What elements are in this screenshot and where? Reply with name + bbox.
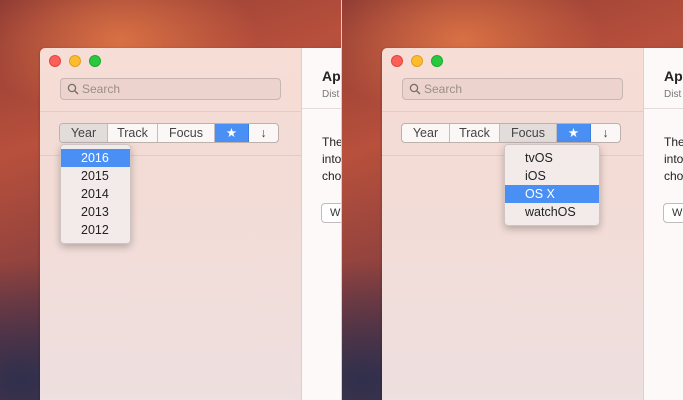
detail-text-line: cho	[322, 169, 341, 183]
search-input[interactable]: Search	[60, 78, 281, 100]
segment-download-arrow-icon[interactable]: ↓	[591, 124, 620, 142]
divider	[644, 108, 683, 109]
search-placeholder: Search	[82, 82, 121, 96]
divider	[302, 108, 341, 109]
app-window: Search Year Track Focus ★ ↓ 2016 2015 20…	[40, 48, 341, 400]
app-window: Search Year Track Focus ★ ↓ tvOS iOS OS …	[382, 48, 683, 400]
detail-text-line: The	[664, 135, 683, 149]
filter-segmented-control: Year Track Focus ★ ↓	[401, 123, 621, 143]
segment-year[interactable]: Year	[402, 124, 450, 142]
watch-button[interactable]: W	[663, 203, 683, 223]
menu-item-year[interactable]: 2013	[61, 203, 130, 221]
detail-subtitle: Dist	[322, 89, 340, 100]
zoom-button[interactable]	[89, 55, 101, 67]
detail-text-line: into	[322, 152, 341, 166]
close-button[interactable]	[391, 55, 403, 67]
search-input[interactable]: Search	[402, 78, 623, 100]
search-icon	[67, 83, 79, 95]
menu-item-platform[interactable]: OS X	[505, 185, 599, 203]
minimize-button[interactable]	[411, 55, 423, 67]
menu-item-platform[interactable]: watchOS	[505, 203, 599, 221]
menu-item-platform[interactable]: iOS	[505, 167, 599, 185]
detail-pane: Ap Dist The into cho W	[644, 48, 683, 400]
menu-item-year[interactable]: 2016	[61, 149, 130, 167]
search-placeholder: Search	[424, 82, 463, 96]
detail-pane: Ap Dist The into cho W	[302, 48, 341, 400]
segment-focus[interactable]: Focus	[158, 124, 215, 142]
divider	[382, 111, 643, 112]
segment-year[interactable]: Year	[60, 124, 108, 142]
search-icon	[409, 83, 421, 95]
segment-download-arrow-icon[interactable]: ↓	[249, 124, 278, 142]
detail-text-line: The	[322, 135, 341, 149]
detail-title: Ap	[322, 68, 341, 84]
divider	[40, 111, 301, 112]
screenshot-right: Search Year Track Focus ★ ↓ tvOS iOS OS …	[342, 0, 683, 400]
segment-favorites-star-icon[interactable]: ★	[557, 124, 591, 142]
zoom-button[interactable]	[431, 55, 443, 67]
watch-button[interactable]: W	[321, 203, 341, 223]
detail-subtitle: Dist	[664, 89, 682, 100]
year-dropdown-menu: 2016 2015 2014 2013 2012	[60, 144, 131, 244]
minimize-button[interactable]	[69, 55, 81, 67]
detail-text-line: into	[664, 152, 683, 166]
segment-track[interactable]: Track	[450, 124, 500, 142]
menu-item-year[interactable]: 2014	[61, 185, 130, 203]
segment-focus[interactable]: Focus	[500, 124, 557, 142]
segment-favorites-star-icon[interactable]: ★	[215, 124, 249, 142]
screenshot-left: Search Year Track Focus ★ ↓ 2016 2015 20…	[0, 0, 341, 400]
menu-item-year[interactable]: 2015	[61, 167, 130, 185]
close-button[interactable]	[49, 55, 61, 67]
segment-track[interactable]: Track	[108, 124, 158, 142]
filter-segmented-control: Year Track Focus ★ ↓	[59, 123, 279, 143]
detail-text-line: cho	[664, 169, 683, 183]
menu-item-year[interactable]: 2012	[61, 221, 130, 239]
menu-item-platform[interactable]: tvOS	[505, 149, 599, 167]
focus-dropdown-menu: tvOS iOS OS X watchOS	[504, 144, 600, 226]
detail-title: Ap	[664, 68, 683, 84]
